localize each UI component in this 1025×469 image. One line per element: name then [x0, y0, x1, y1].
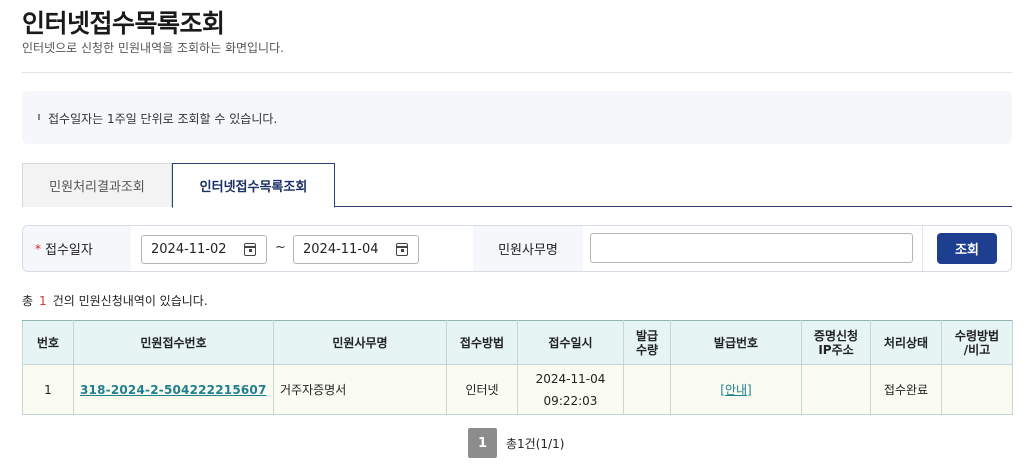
page-button-1[interactable]: 1: [468, 428, 497, 458]
date-from-input[interactable]: 2024-11-02: [141, 235, 267, 264]
cell-remark: [941, 364, 1013, 415]
header-qty: 발급 수량: [623, 320, 671, 365]
cell-service-name: 거주자증명서: [273, 364, 447, 415]
title-divider: [22, 72, 1012, 73]
cell-time: 09:22:03: [543, 393, 598, 408]
bullet-icon: [38, 114, 40, 120]
header-remark: 수령방법/비고: [941, 320, 1013, 365]
cell-ip: [801, 364, 871, 415]
notice-message: 접수일자는 1주일 단위로 조회할 수 있습니다.: [48, 112, 278, 126]
cell-method: 인터넷: [446, 364, 518, 415]
receipt-table: 번호 민원접수번호 민원사무명 접수방법 접수일시 발급 수량 발급번호 증명신청…: [22, 320, 1013, 415]
table-row: 1 318-2024-2-504222215607 거주자증명서 인터넷 202…: [22, 364, 1013, 415]
header-service-name: 민원사무명: [273, 320, 447, 365]
search-button[interactable]: 조회: [937, 233, 997, 264]
result-count-number: 1: [39, 294, 47, 308]
date-to-input[interactable]: 2024-11-04: [293, 235, 419, 264]
header-ip: 증명신청 IP주소: [801, 320, 871, 365]
header-datetime: 접수일시: [517, 320, 624, 365]
calendar-icon[interactable]: [396, 243, 408, 256]
search-form: * 접수일자 2024-11-02 ~ 2024-11-04 민원사무명 조회: [22, 225, 1012, 272]
receipt-no-link[interactable]: 318-2024-2-504222215607: [80, 383, 267, 397]
service-name-input[interactable]: [590, 233, 913, 263]
cell-status: 접수완료: [870, 364, 942, 415]
tab-civil-result[interactable]: 민원처리결과조회: [22, 163, 172, 207]
cell-issue-no: [안내]: [670, 364, 802, 415]
date-label-cell: * 접수일자: [23, 226, 131, 271]
page-summary: 총1건(1/1): [506, 436, 565, 451]
table-header-row: 번호 민원접수번호 민원사무명 접수방법 접수일시 발급 수량 발급번호 증명신청…: [22, 320, 1013, 365]
result-suffix: 건의 민원신청내역이 있습니다.: [52, 294, 208, 308]
cell-receipt-no: 318-2024-2-504222215607: [73, 364, 274, 415]
cell-datetime: 2024-11-04 09:22:03: [517, 364, 624, 415]
date-label: 접수일자: [45, 243, 93, 258]
cell-qty: [623, 364, 671, 415]
header-issue-no: 발급번호: [670, 320, 802, 365]
date-from-value: 2024-11-02: [151, 242, 227, 257]
tab-internet-receipt-list[interactable]: 인터넷접수목록조회: [172, 163, 335, 208]
header-no: 번호: [22, 320, 74, 365]
service-name-label: 민원사무명: [473, 226, 583, 271]
pagination: 1 총1건(1/1): [468, 428, 564, 458]
search-divider: [922, 226, 923, 271]
page-subtitle: 인터넷으로 신청한 민원내역을 조회하는 화면입니다.: [22, 41, 284, 55]
result-prefix: 총: [22, 294, 34, 308]
cell-date: 2024-11-04: [535, 371, 606, 386]
notice-box: 접수일자는 1주일 단위로 조회할 수 있습니다.: [22, 91, 1012, 144]
calendar-icon[interactable]: [244, 243, 256, 256]
date-to-value: 2024-11-04: [303, 242, 379, 257]
issue-info-link[interactable]: [안내]: [720, 383, 751, 397]
tab-bar: 민원처리결과조회 인터넷접수목록조회: [22, 163, 1012, 208]
result-count: 총 1 건의 민원신청내역이 있습니다.: [22, 292, 208, 309]
header-status: 처리상태: [870, 320, 942, 365]
page-title: 인터넷접수목록조회: [22, 9, 225, 38]
header-receipt-no: 민원접수번호: [73, 320, 274, 365]
date-separator: ~: [275, 240, 286, 255]
cell-no: 1: [22, 364, 74, 415]
required-mark: *: [35, 241, 41, 256]
header-method: 접수방법: [446, 320, 518, 365]
notice-text: 접수일자는 1주일 단위로 조회할 수 있습니다.: [38, 110, 277, 127]
